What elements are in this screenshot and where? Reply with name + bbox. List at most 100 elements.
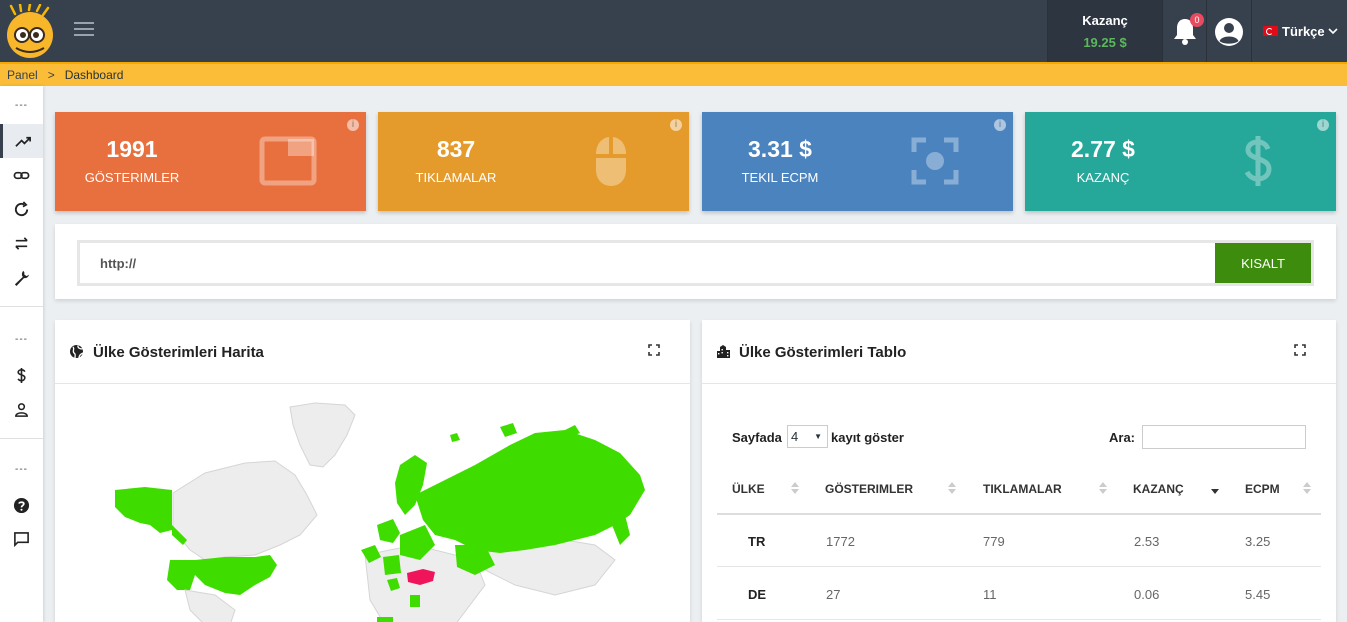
city-icon: [717, 345, 730, 358]
sidebar-divider: [0, 438, 43, 439]
map-region[interactable]: [167, 560, 195, 590]
sidebar-item-links[interactable]: [0, 158, 43, 192]
url-shortener-panel: KISALT: [55, 224, 1336, 299]
map-region[interactable]: [172, 460, 318, 561]
sidebar-item-profile[interactable]: [0, 392, 43, 426]
cell-views: 27: [826, 587, 841, 602]
country-map-panel: Ülke Gösterimleri Harita: [55, 320, 690, 622]
info-icon[interactable]: i: [994, 119, 1006, 131]
page-size-select[interactable]: 4: [787, 425, 828, 448]
sort-icon[interactable]: [790, 480, 800, 496]
sort-icon[interactable]: [1302, 480, 1312, 496]
map-region[interactable]: [184, 589, 236, 622]
sort-icon[interactable]: [1098, 480, 1108, 496]
page-size-prefix: Sayfada: [732, 430, 782, 445]
map-panel-title: Ülke Gösterimleri Harita: [93, 344, 264, 361]
stat-card-earnings: 2.77 $ KAZANÇ i: [1025, 112, 1336, 211]
map-region-alaska[interactable]: [115, 487, 172, 533]
sidebar-item-stats[interactable]: [0, 124, 43, 158]
user-icon: [15, 402, 28, 417]
column-header-ecpm[interactable]: ECPM: [1245, 482, 1280, 496]
swap-icon: [15, 236, 28, 250]
sidebar-item-help[interactable]: [0, 488, 43, 522]
sort-icon[interactable]: [947, 480, 957, 496]
panel-header: Ülke Gösterimleri Harita: [55, 320, 690, 384]
stat-card-ecpm: 3.31 $ TEKIL ECPM i: [702, 112, 1013, 211]
menu-toggle-icon[interactable]: [74, 22, 94, 38]
sidebar-item-messages[interactable]: [0, 522, 43, 556]
column-header-earnings[interactable]: KAZANÇ: [1133, 482, 1184, 496]
mouse-icon: [596, 137, 626, 186]
map-region[interactable]: [383, 555, 401, 575]
sidebar-item-payments[interactable]: [0, 358, 43, 392]
notification-badge: 0: [1190, 13, 1204, 27]
info-icon[interactable]: i: [670, 119, 682, 131]
sidebar-item-refresh[interactable]: [0, 192, 43, 226]
stat-views-value: 1991: [106, 136, 158, 162]
sidebar-group-marker: ---: [15, 100, 28, 111]
column-header-views[interactable]: GÖSTERIMLER: [825, 482, 913, 496]
expand-icon[interactable]: [647, 343, 661, 357]
column-header-country[interactable]: ÜLKE: [732, 482, 765, 496]
shorten-button[interactable]: KISALT: [1215, 243, 1311, 283]
help-icon: [13, 497, 30, 513]
header-divider: [1206, 0, 1207, 62]
map-region-usa[interactable]: [195, 555, 277, 595]
stat-clicks-label: TIKLAMALAR: [415, 170, 497, 185]
sort-desc-icon[interactable]: [1210, 480, 1220, 496]
refresh-icon: [14, 200, 29, 216]
stat-views-label: GÖSTERIMLER: [84, 170, 180, 185]
header-earnings-label: Kazanç: [1082, 13, 1128, 28]
map-region[interactable]: [450, 433, 460, 442]
top-navbar: Kazanç 19.25 $ 0 Türkçe: [0, 0, 1347, 62]
table-search-input[interactable]: [1142, 425, 1306, 449]
breadcrumb-panel-link[interactable]: Panel: [7, 68, 38, 82]
info-icon[interactable]: i: [1317, 119, 1329, 131]
info-icon[interactable]: i: [347, 119, 359, 131]
map-region-uk[interactable]: [377, 519, 400, 543]
map-region[interactable]: [610, 515, 630, 545]
cell-country: DE: [748, 587, 767, 602]
trending-up-icon: [14, 136, 31, 147]
focus-icon: [911, 137, 959, 185]
cell-clicks: 779: [983, 534, 1005, 549]
stat-ecpm-label: TEKIL ECPM: [741, 170, 819, 185]
user-avatar-icon[interactable]: [1213, 16, 1245, 48]
column-header-clicks[interactable]: TIKLAMALAR: [983, 482, 1062, 496]
map-region[interactable]: [410, 595, 420, 607]
language-selector[interactable]: Türkçe: [1263, 22, 1338, 40]
cell-earnings: 0.06: [1134, 587, 1160, 602]
chat-icon: [14, 531, 29, 547]
sidebar-item-swap[interactable]: [0, 226, 43, 260]
logo-icon[interactable]: [3, 4, 57, 58]
expand-icon[interactable]: [1293, 343, 1307, 357]
table-header-divider: [717, 513, 1321, 515]
map-region[interactable]: [377, 617, 393, 622]
world-map[interactable]: [55, 385, 690, 622]
stat-clicks-value: 837: [436, 136, 476, 162]
stat-earnings-label: KAZANÇ: [1076, 170, 1130, 185]
url-input[interactable]: [80, 243, 1216, 283]
globe-icon: [70, 345, 84, 359]
country-table-panel: Ülke Gösterimleri Tablo Sayfada 4 kayıt …: [702, 320, 1336, 622]
stat-earnings-value: 2.77 $: [1071, 136, 1135, 162]
stat-card-views: 1991 GÖSTERIMLER i: [55, 112, 366, 211]
table-panel-title: Ülke Gösterimleri Tablo: [739, 344, 907, 361]
header-earnings-value: 19.25 $: [1083, 35, 1127, 50]
panel-header: Ülke Gösterimleri Tablo: [702, 320, 1336, 384]
header-divider: [1251, 0, 1252, 62]
header-earnings: Kazanç 19.25 $: [1047, 0, 1163, 62]
breadcrumb-current: Dashboard: [64, 68, 124, 82]
url-shortener-form: KISALT: [77, 240, 1314, 286]
stat-card-clicks: 837 TIKLAMALAR i: [378, 112, 689, 211]
page-size-suffix: kayıt göster: [831, 430, 904, 445]
chevron-down-icon: [1328, 28, 1338, 35]
map-region[interactable]: [500, 423, 517, 437]
map-region[interactable]: [289, 402, 356, 468]
map-region-russia[interactable]: [415, 430, 645, 553]
table-row-divider: [717, 619, 1321, 620]
sidebar-item-tools[interactable]: [0, 260, 43, 294]
cell-ecpm: 3.25: [1245, 534, 1271, 549]
window-icon: [259, 136, 317, 186]
wrench-icon: [14, 270, 30, 286]
